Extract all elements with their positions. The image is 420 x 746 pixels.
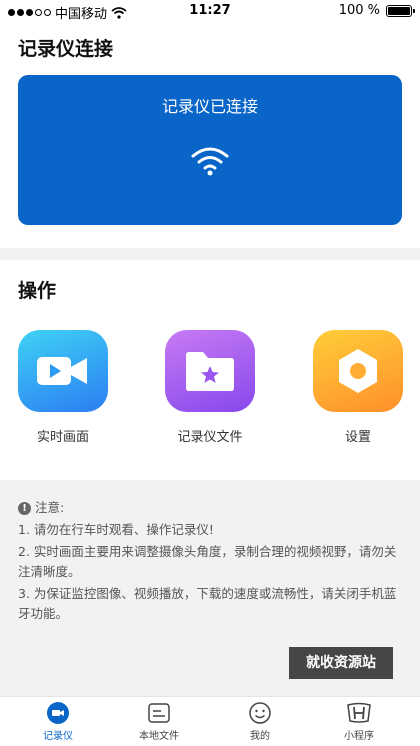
recorder-connection-card[interactable]: 记录仪已连接 [18, 75, 402, 225]
recorder-files-label: 记录仪文件 [177, 430, 243, 445]
operations-grid: 实时画面 记录仪文件 设置 [0, 330, 420, 450]
tab-bar: 记录仪 本地文件 我的 小程序 [0, 696, 420, 746]
tab-local-files[interactable]: 本地文件 [119, 701, 199, 742]
battery-percent: 100 % [338, 3, 380, 18]
camera-circle-icon [18, 701, 98, 725]
status-bar: 中国移动 11:27 100 % [0, 0, 420, 22]
tab-mini-program-label: 小程序 [344, 731, 374, 742]
status-right: 100 % [338, 3, 415, 18]
live-view-button[interactable]: 实时画面 [8, 330, 118, 445]
section-divider [0, 248, 420, 260]
tab-mine[interactable]: 我的 [220, 701, 300, 742]
tab-mine-label: 我的 [250, 731, 270, 742]
recorder-files-button[interactable]: 记录仪文件 [155, 330, 265, 445]
settings-button[interactable]: 设置 [303, 330, 413, 445]
notice-title: 注意: [35, 500, 65, 515]
operations-section-title: 操作 [18, 280, 57, 302]
exclamation-icon: ! [18, 501, 31, 515]
notice-header: ! 注意: [18, 498, 402, 518]
gear-icon [313, 330, 403, 412]
tab-recorder[interactable]: 记录仪 [18, 701, 98, 742]
file-card-icon [119, 701, 199, 725]
video-camera-icon [18, 330, 108, 412]
notice-line: 1. 请勿在行车时观看、操作记录仪! [18, 522, 214, 537]
battery-icon [386, 4, 415, 17]
watermark: 就收资源站 [289, 647, 393, 679]
tab-mini-program[interactable]: 小程序 [319, 701, 399, 742]
connection-status: 记录仪已连接 [161, 97, 258, 116]
smiley-icon [220, 701, 300, 725]
live-view-label: 实时画面 [36, 430, 89, 445]
star-folder-icon [165, 330, 255, 412]
tab-local-files-label: 本地文件 [139, 731, 179, 742]
wifi-icon [191, 147, 229, 176]
recorder-section-title: 记录仪连接 [18, 38, 114, 60]
honda-logo-icon [319, 701, 399, 725]
settings-label: 设置 [344, 430, 371, 445]
notice-line: 2. 实时画面主要用来调整摄像头角度，录制合理的视频视野，请勿关注清晰度。 [18, 544, 397, 579]
notice-line: 3. 为保证监控图像、视频播放，下载的速度或流畅性，请关闭手机蓝牙功能。 [18, 586, 397, 621]
tab-recorder-label: 记录仪 [43, 731, 73, 742]
